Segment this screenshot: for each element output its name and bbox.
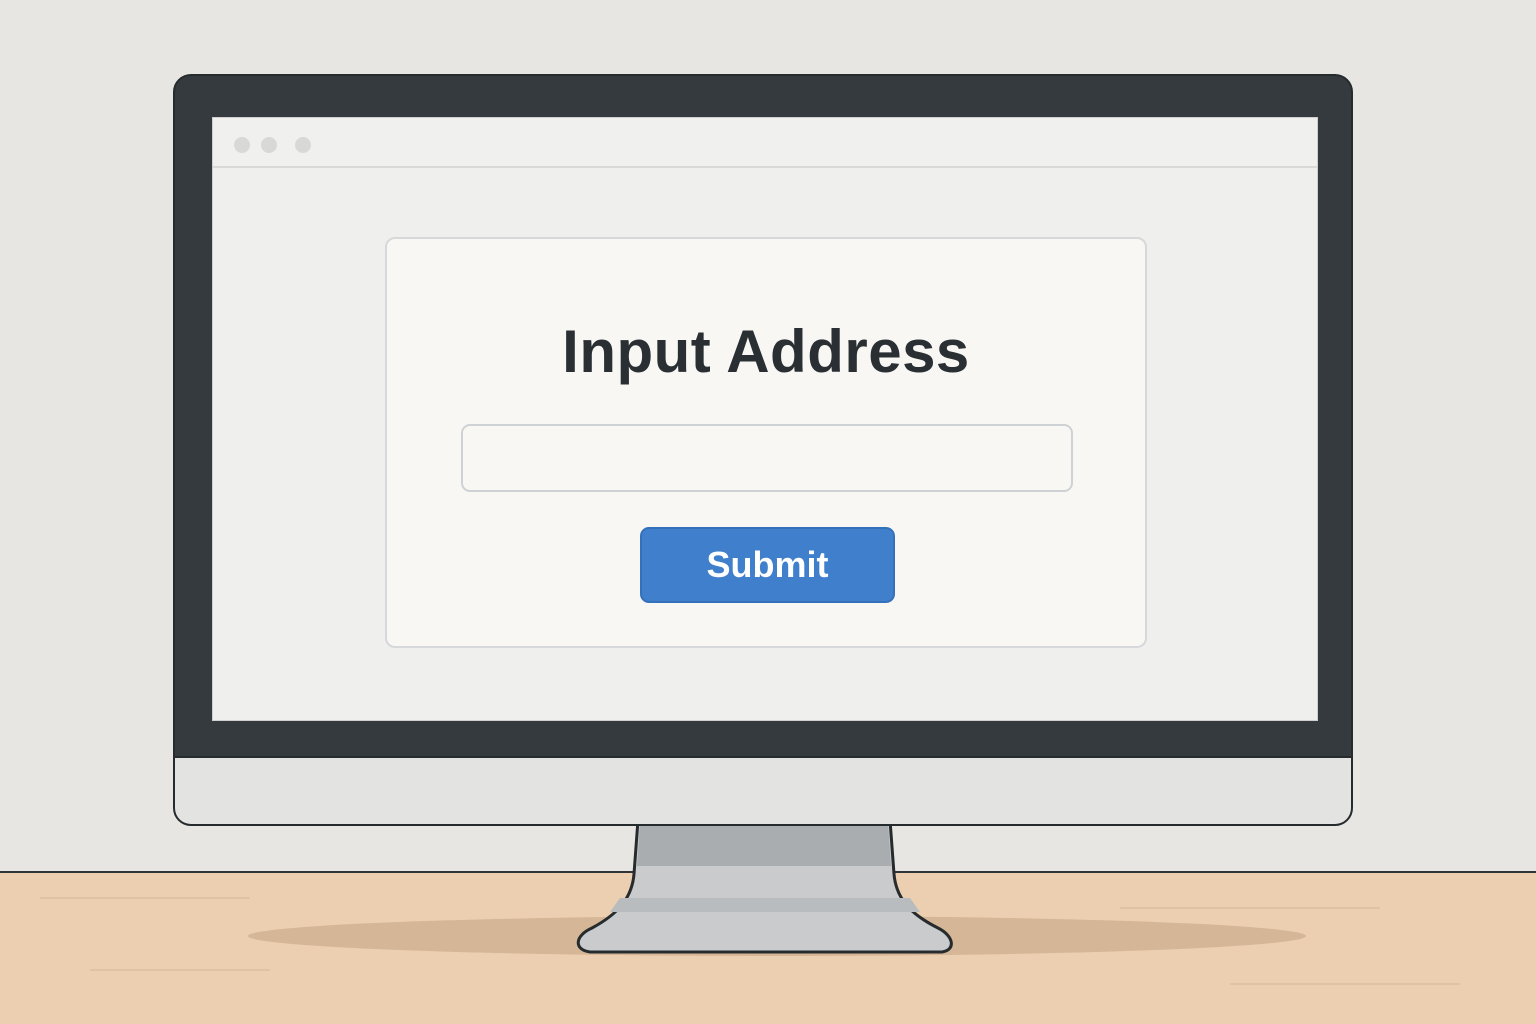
desk-grain <box>40 897 250 899</box>
window-dot[interactable] <box>234 137 250 153</box>
desk-grain <box>1230 983 1460 985</box>
browser-window: Input Address Submit <box>212 117 1318 721</box>
address-input[interactable] <box>461 424 1073 492</box>
desk-grain <box>1120 907 1380 909</box>
window-dot[interactable] <box>295 137 311 153</box>
browser-title-bar <box>213 118 1317 168</box>
monitor-stand <box>576 818 953 954</box>
monitor: Input Address Submit <box>173 74 1353 826</box>
submit-button[interactable]: Submit <box>640 527 895 603</box>
desk-grain <box>90 969 270 971</box>
address-form-card: Input Address Submit <box>385 237 1147 648</box>
monitor-chin <box>175 756 1351 824</box>
window-dot[interactable] <box>261 137 277 153</box>
form-title: Input Address <box>562 318 970 385</box>
